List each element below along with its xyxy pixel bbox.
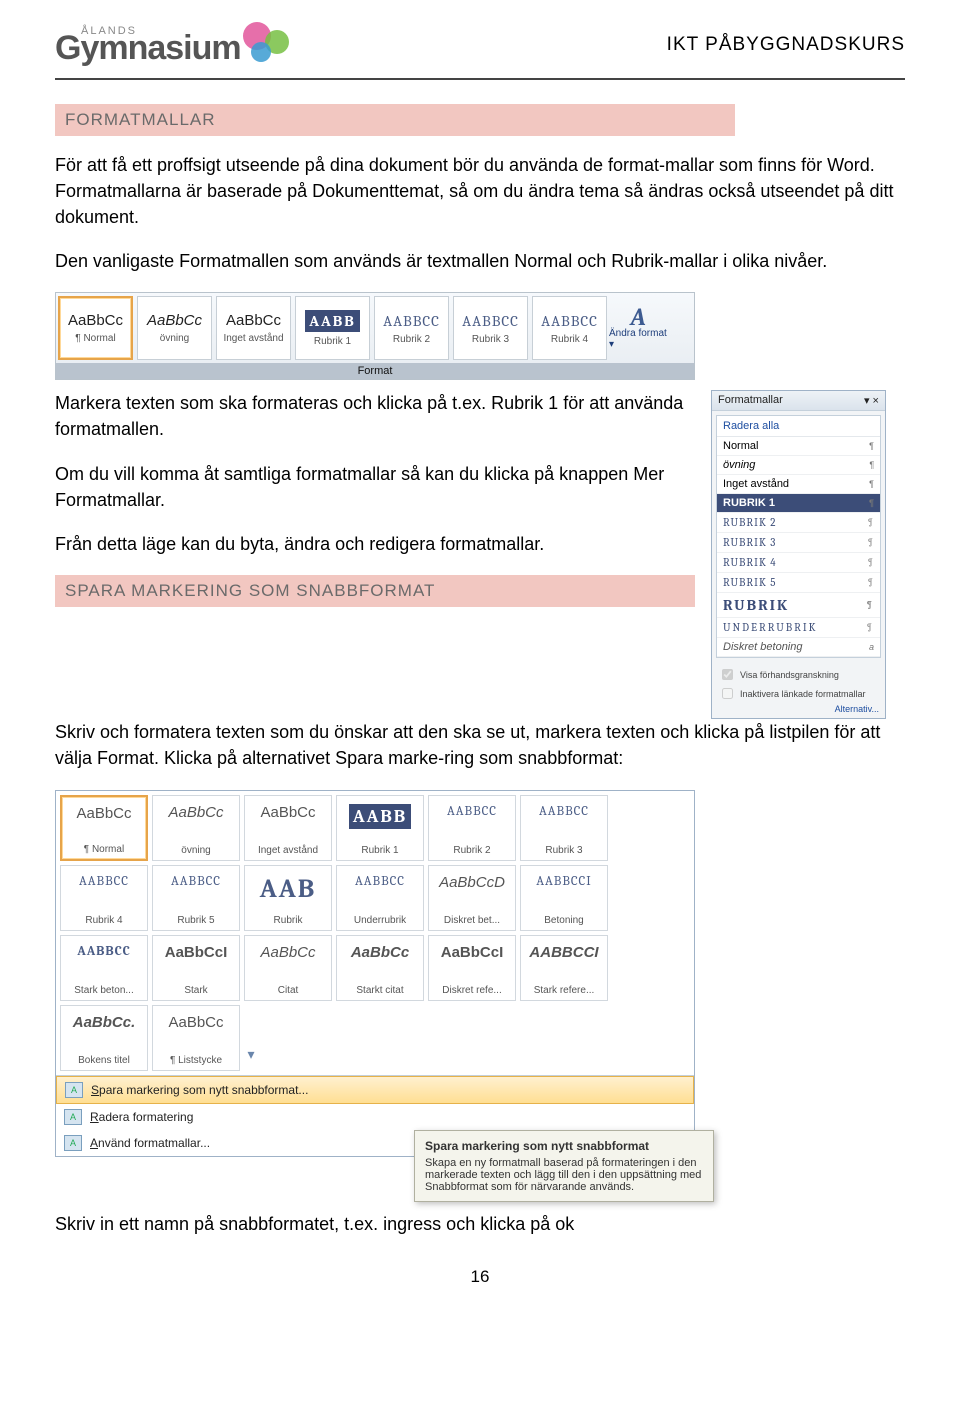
gallery-tile-rubrik-1[interactable]: AABBRubrik 1: [336, 795, 424, 861]
gallery-tile-diskret-refe-[interactable]: AaBbCcIDiskret refe...: [428, 935, 516, 1001]
paragraph-mark-text: Markera texten som ska formateras och kl…: [55, 390, 695, 442]
menu-icon: A: [65, 1082, 83, 1098]
gallery-tile-rubrik-3[interactable]: AABBCCRubrik 3: [520, 795, 608, 861]
page-number: 16: [55, 1267, 905, 1287]
paragraph-more-styles: Om du vill komma åt samtliga formatmalla…: [55, 461, 695, 513]
gallery-tile-diskret-bet-[interactable]: AaBbCcDDiskret bet...: [428, 865, 516, 931]
pane-style--vning[interactable]: övning¶: [717, 456, 880, 475]
menu-item-radera-formatering[interactable]: ARadera formatering: [56, 1104, 694, 1130]
pane-style-rubrik[interactable]: RUBRIK¶: [717, 593, 880, 618]
pane-options-link[interactable]: Alternativ...: [718, 704, 879, 714]
paragraph-edit-styles: Från detta läge kan du byta, ändra och r…: [55, 531, 695, 557]
tooltip-save-quickstyle: Spara markering som nytt snabbformat Ska…: [414, 1130, 714, 1202]
tooltip-title: Spara markering som nytt snabbformat: [425, 1139, 703, 1153]
style-tile-rubrik-4[interactable]: AABBCCRubrik 4: [532, 296, 607, 360]
style-tile-rubrik-3[interactable]: AABBCCRubrik 3: [453, 296, 528, 360]
styles-gallery-expanded: AaBbCc¶ NormalAaBbCcövningAaBbCcInget av…: [55, 790, 695, 1157]
styles-task-pane: Formatmallar ▾ × Radera alla Normal¶övni…: [711, 390, 886, 719]
pane-style-rubrik-4[interactable]: RUBRIK 4¶: [717, 553, 880, 573]
menu-icon: A: [64, 1135, 82, 1151]
style-tile--vning[interactable]: AaBbCcövning: [137, 296, 212, 360]
pane-style-rubrik-3[interactable]: RUBRIK 3¶: [717, 533, 880, 553]
brand-main-text: Gymnasium: [55, 31, 241, 65]
menu-item-spara-markering-som-nytt-snabb[interactable]: ASpara markering som nytt snabbformat...: [56, 1076, 694, 1104]
gallery-tile-betoning[interactable]: AABBCCIBetoning: [520, 865, 608, 931]
style-tile-rubrik-2[interactable]: AABBCCRubrik 2: [374, 296, 449, 360]
brand-logo: ÅLANDS Gymnasium: [55, 20, 297, 70]
gallery-tile-bokens-titel[interactable]: AaBbCc.Bokens titel: [60, 1005, 148, 1071]
gallery-tile-underrubrik[interactable]: AABBCCUnderrubrik: [336, 865, 424, 931]
pane-style-diskret-betoning[interactable]: Diskret betoninga: [717, 638, 880, 657]
pane-checkbox-disable-linked[interactable]: Inaktivera länkade formatmallar: [718, 685, 879, 702]
section-heading-formatmallar: FORMATMALLAR: [55, 104, 735, 136]
styles-gallery-ribbon: AaBbCc¶ NormalAaBbCcövningAaBbCcInget av…: [55, 292, 695, 380]
pane-style-rubrik-5[interactable]: RUBRIK 5¶: [717, 573, 880, 593]
change-format-button[interactable]: AÄndra format ▾: [609, 293, 667, 363]
tooltip-body: Skapa en ny formatmall baserad på format…: [425, 1157, 703, 1193]
section-heading-spara: SPARA MARKERING SOM SNABBFORMAT: [55, 575, 695, 607]
paragraph-save-quickstyle: Skriv och formatera texten som du önskar…: [55, 719, 905, 771]
pane-style-normal[interactable]: Normal¶: [717, 437, 880, 456]
pane-clear-all[interactable]: Radera alla: [717, 416, 880, 437]
gallery-tile-stark[interactable]: AaBbCcIStark: [152, 935, 240, 1001]
style-tile-inget-avst-nd[interactable]: AaBbCcInget avstånd: [216, 296, 291, 360]
style-tile--normal[interactable]: AaBbCc¶ Normal: [58, 296, 133, 360]
gallery-tile-stark-beton-[interactable]: AABBCCStark beton...: [60, 935, 148, 1001]
gallery-tile-inget-avst-nd[interactable]: AaBbCcInget avstånd: [244, 795, 332, 861]
gallery-tile-rubrik-2[interactable]: AABBCCRubrik 2: [428, 795, 516, 861]
menu-icon: A: [64, 1109, 82, 1125]
pane-style-rubrik-2[interactable]: RUBRIK 2¶: [717, 513, 880, 533]
pane-title-text: Formatmallar: [718, 394, 783, 407]
course-title: IKT PÅBYGGNADSKURS: [667, 34, 905, 56]
paragraph-name-quickstyle: Skriv in ett namn på snabbformatet, t.ex…: [55, 1211, 905, 1237]
paragraph-intro-2: Den vanligaste Formatmallen som används …: [55, 248, 905, 274]
gallery-tile--vning[interactable]: AaBbCcövning: [152, 795, 240, 861]
gallery-tile--liststycke[interactable]: AaBbCc¶ Liststycke: [152, 1005, 240, 1071]
paragraph-intro-1: För att få ett proffsigt utseende på din…: [55, 152, 905, 230]
ribbon-group-label: Format: [56, 363, 694, 379]
pane-title-bar: Formatmallar ▾ ×: [712, 391, 885, 411]
gallery-tile-starkt-citat[interactable]: AaBbCcStarkt citat: [336, 935, 424, 1001]
pane-style-inget-avst-nd[interactable]: Inget avstånd¶: [717, 475, 880, 494]
gallery-tile--normal[interactable]: AaBbCc¶ Normal: [60, 795, 148, 861]
gallery-tile-rubrik[interactable]: AABRubrik: [244, 865, 332, 931]
gallery-tile-rubrik-4[interactable]: AABBCCRubrik 4: [60, 865, 148, 931]
header-divider: [55, 78, 905, 80]
style-tile-rubrik-1[interactable]: AABBRubrik 1: [295, 296, 370, 360]
pane-style-underrubrik[interactable]: UNDERRUBRIK¶: [717, 618, 880, 638]
pane-close-icon[interactable]: ▾ ×: [864, 394, 879, 407]
logo-circles-icon: [237, 20, 297, 70]
document-header: ÅLANDS Gymnasium IKT PÅBYGGNADSKURS: [55, 20, 905, 70]
gallery-scroll-down-icon[interactable]: ▾: [242, 1003, 260, 1073]
gallery-tile-rubrik-5[interactable]: AABBCCRubrik 5: [152, 865, 240, 931]
gallery-tile-citat[interactable]: AaBbCcCitat: [244, 935, 332, 1001]
pane-checkbox-preview[interactable]: Visa förhandsgranskning: [718, 666, 879, 683]
pane-style-rubrik-1[interactable]: RUBRIK 1¶: [717, 494, 880, 513]
gallery-tile-stark-refere-[interactable]: AABBCCIStark refere...: [520, 935, 608, 1001]
